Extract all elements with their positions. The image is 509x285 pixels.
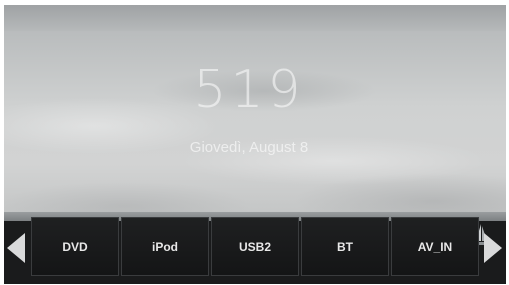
source-tile-ipod[interactable]: iPod — [121, 217, 209, 276]
tile-label: AV_IN — [417, 239, 453, 254]
source-menu: DVD iPod USB2 BT AV_IN — [31, 217, 479, 276]
tile-label: iPod — [152, 239, 178, 254]
clock-time: 519 — [193, 60, 305, 120]
previous-page-button[interactable] — [3, 216, 29, 279]
next-page-button[interactable] — [480, 216, 506, 279]
clock-date: Giovedì, August 8 — [189, 139, 309, 156]
tile-label: USB2 — [238, 239, 271, 254]
tile-label: BT — [337, 239, 353, 254]
source-tile-av-in[interactable]: AV_IN — [391, 217, 479, 276]
source-tile-dvd[interactable]: DVD — [31, 217, 119, 276]
tile-label: DVD — [62, 239, 88, 254]
triangle-right-icon — [484, 232, 502, 263]
source-tile-usb2[interactable]: USB2 — [211, 217, 299, 276]
source-tile-bt[interactable]: BT — [301, 217, 389, 276]
status-bar — [4, 5, 506, 31]
triangle-left-icon — [7, 232, 25, 263]
